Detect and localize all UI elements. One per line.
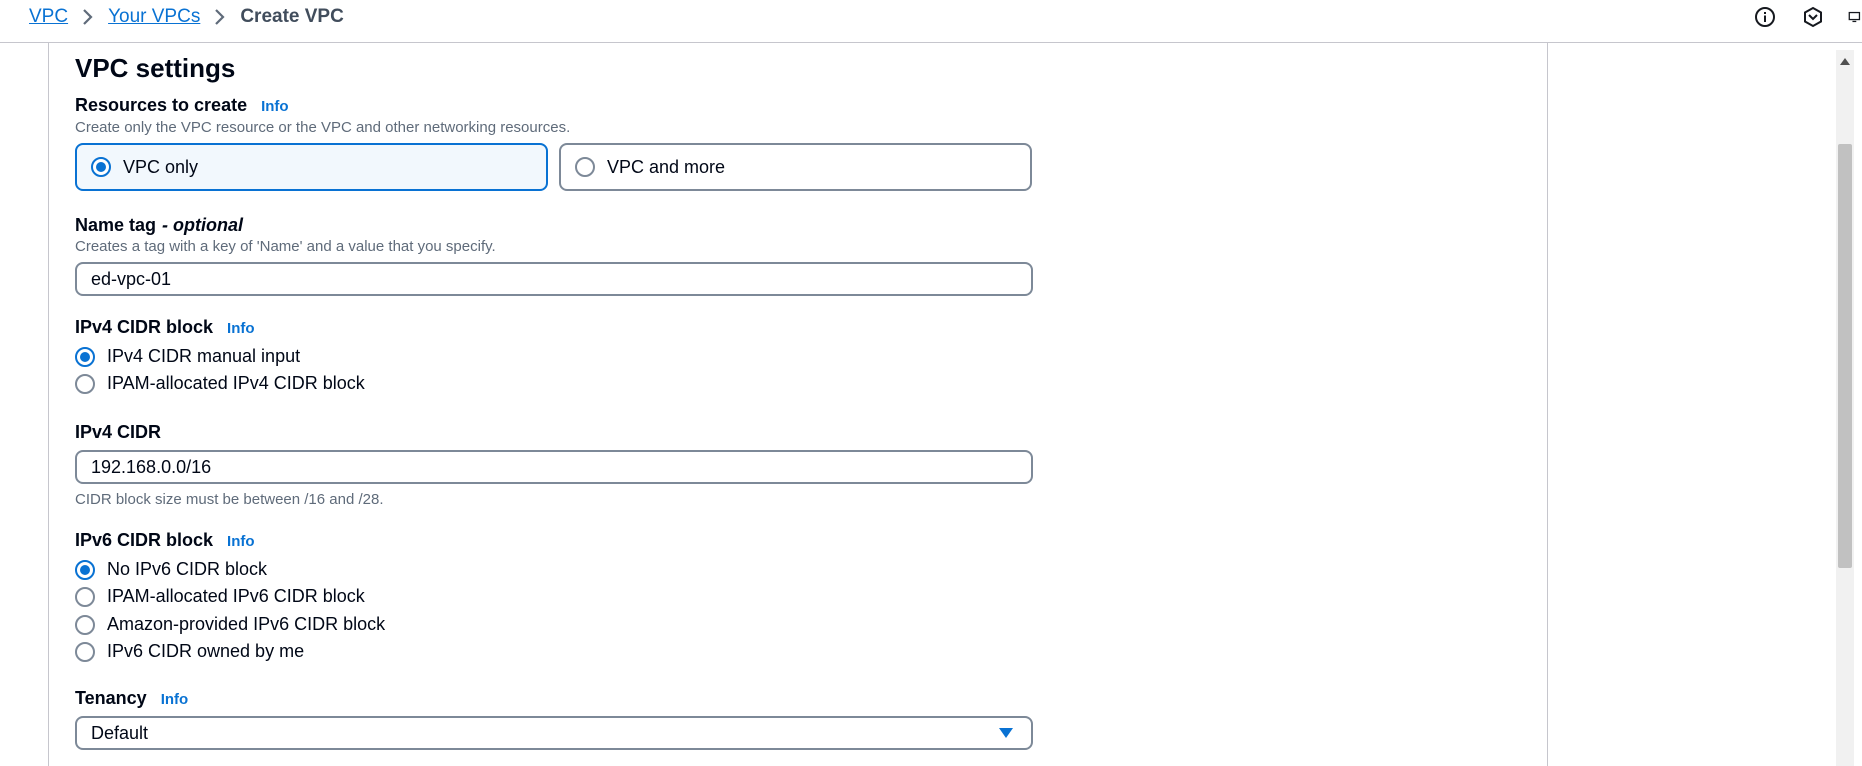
caret-down-icon [999, 728, 1013, 738]
radio-ipv4-manual[interactable] [75, 346, 95, 367]
breadcrumb-current: Create VPC [240, 6, 344, 27]
name-tag-label: Name tag [75, 215, 157, 235]
tile-vpc-and-more-label: VPC and more [607, 156, 726, 177]
radio-vpc-only[interactable] [91, 157, 111, 177]
radio-ipv6-amazon[interactable] [75, 614, 95, 635]
top-bar: VPC Your VPCs Create VPC [0, 0, 1862, 43]
name-tag-input[interactable] [75, 262, 1033, 296]
radio-option-ipv4-manual[interactable]: IPv4 CIDR manual input [75, 346, 300, 367]
radio-ipv6-owned-label: IPv6 CIDR owned by me [107, 641, 305, 661]
settings-hexagon-icon[interactable] [1800, 4, 1826, 30]
breadcrumb-your-vpcs-link[interactable]: Your VPCs [108, 6, 200, 28]
radio-ipv6-ipam[interactable] [75, 586, 95, 607]
ipv4-cidr-label: IPv4 CIDR [75, 422, 162, 442]
header-icons [1730, 4, 1862, 30]
tile-vpc-and-more[interactable]: VPC and more [559, 143, 1032, 191]
radio-vpc-and-more[interactable] [575, 157, 595, 177]
radio-ipv4-ipam[interactable] [75, 373, 95, 394]
ipv4-block-label-row: IPv4 CIDR block Info [75, 317, 255, 338]
resources-label-row: Resources to create Info [75, 95, 289, 116]
ipv4-cidr-label-row: IPv4 CIDR [75, 422, 161, 443]
radio-ipv6-amazon-label: Amazon-provided IPv6 CIDR block [107, 614, 386, 634]
tile-vpc-only[interactable]: VPC only [75, 143, 548, 191]
tenancy-label-row: Tenancy Info [75, 688, 188, 709]
radio-ipv4-manual-label: IPv4 CIDR manual input [107, 346, 301, 366]
radio-option-ipv4-ipam[interactable]: IPAM-allocated IPv4 CIDR block [75, 373, 365, 394]
vertical-scrollbar[interactable] [1836, 50, 1854, 766]
vpc-settings-panel: VPC settings Resources to create Info Cr… [48, 43, 1548, 766]
name-tag-label-row: Name tag - optional [75, 215, 243, 236]
panel-title: VPC settings [75, 53, 236, 83]
resources-label: Resources to create [75, 95, 248, 115]
info-circle-icon[interactable] [1752, 4, 1778, 30]
tenancy-info-link[interactable]: Info [161, 691, 189, 708]
tenancy-label: Tenancy [75, 688, 147, 708]
scrollbar-thumb[interactable] [1838, 144, 1852, 568]
tile-vpc-only-label: VPC only [123, 156, 199, 177]
radio-option-no-ipv6[interactable]: No IPv6 CIDR block [75, 559, 267, 580]
ipv6-block-label-row: IPv6 CIDR block Info [75, 530, 255, 551]
ipv4-cidr-hint: CIDR block size must be between /16 and … [75, 491, 384, 508]
name-tag-description: Creates a tag with a key of 'Name' and a… [75, 238, 496, 255]
radio-option-ipv6-owned[interactable]: IPv6 CIDR owned by me [75, 641, 304, 662]
resources-description: Create only the VPC resource or the VPC … [75, 119, 571, 136]
scroll-up-arrow-icon[interactable] [1840, 58, 1850, 65]
ipv4-block-label: IPv4 CIDR block [75, 317, 214, 337]
radio-ipv6-owned[interactable] [75, 641, 95, 662]
name-tag-optional: - optional [162, 215, 244, 235]
radio-ipv6-ipam-label: IPAM-allocated IPv6 CIDR block [107, 586, 365, 606]
radio-option-ipv6-ipam[interactable]: IPAM-allocated IPv6 CIDR block [75, 586, 365, 607]
resources-info-link[interactable]: Info [261, 98, 289, 115]
chevron-right-icon [214, 8, 226, 26]
radio-option-ipv6-amazon[interactable]: Amazon-provided IPv6 CIDR block [75, 614, 385, 635]
ipv4-block-info-link[interactable]: Info [227, 320, 255, 337]
ipv6-block-label: IPv6 CIDR block [75, 530, 214, 550]
tenancy-select-value: Default [91, 722, 149, 743]
breadcrumb: VPC Your VPCs Create VPC [29, 6, 344, 28]
ipv6-block-info-link[interactable]: Info [227, 533, 255, 550]
radio-ipv4-ipam-label: IPAM-allocated IPv4 CIDR block [107, 373, 365, 393]
ipv4-cidr-input[interactable] [75, 450, 1033, 484]
display-icon[interactable] [1848, 4, 1862, 30]
radio-no-ipv6-label: No IPv6 CIDR block [107, 559, 268, 579]
chevron-right-icon [82, 8, 94, 26]
breadcrumb-vpc-link[interactable]: VPC [29, 6, 68, 28]
tenancy-select[interactable]: Default [75, 716, 1033, 750]
radio-no-ipv6[interactable] [75, 559, 95, 580]
